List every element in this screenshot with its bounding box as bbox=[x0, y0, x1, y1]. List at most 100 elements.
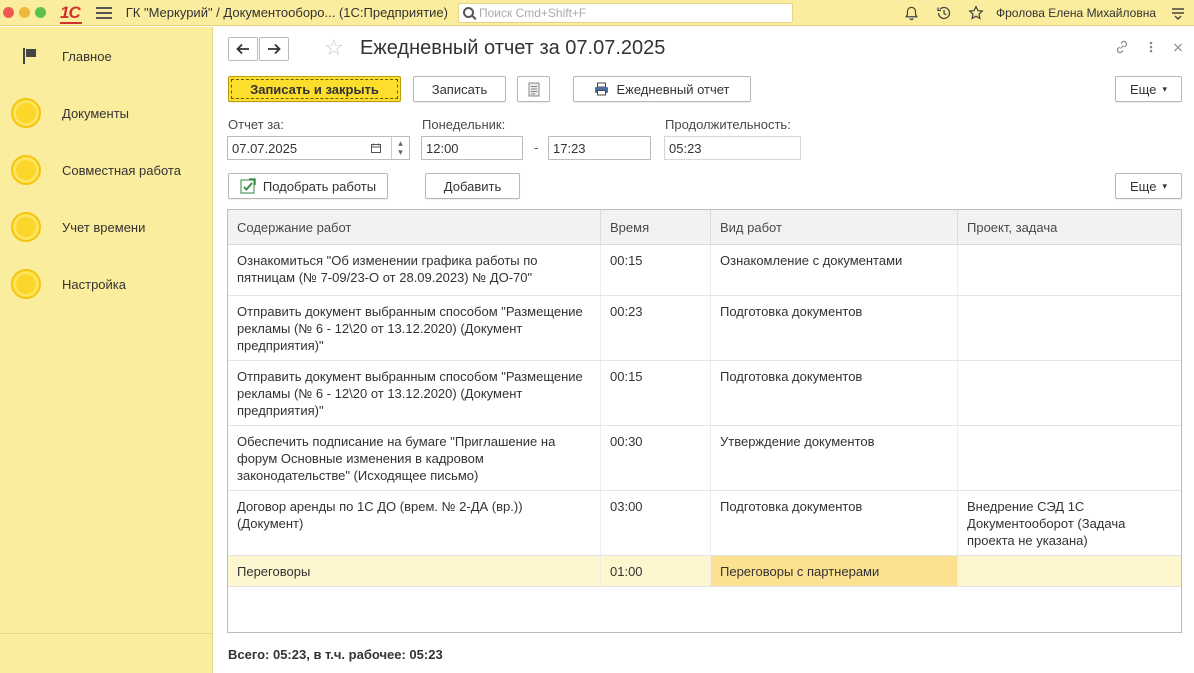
column-header-content[interactable]: Содержание работ bbox=[228, 210, 601, 245]
table-row-selected[interactable]: Переговоры 01:00 Переговоры с партнерами bbox=[228, 556, 1181, 587]
date-spinner[interactable]: ▴ ▾ bbox=[391, 137, 409, 159]
daily-report-label: Ежедневный отчет bbox=[616, 81, 730, 97]
time-range-separator: - bbox=[534, 140, 539, 155]
table-row[interactable]: Договор аренды по 1С ДО (врем. № 2-ДА (в… bbox=[228, 491, 1181, 556]
maximize-window-button[interactable] bbox=[35, 7, 46, 18]
works-table: Содержание работ Время Вид работ Проект,… bbox=[227, 209, 1182, 633]
cell-work-kind: Подготовка документов bbox=[711, 361, 958, 425]
table-row[interactable]: Ознакомиться "Об изменении графика работ… bbox=[228, 245, 1181, 296]
window-controls bbox=[3, 7, 46, 18]
document-journal-button[interactable] bbox=[517, 76, 550, 102]
cell-time: 00:15 bbox=[601, 245, 711, 295]
save-and-close-button[interactable]: Записать и закрыть bbox=[228, 76, 401, 102]
cell-work-kind: Утверждение документов bbox=[711, 426, 958, 490]
yellow-circle-icon bbox=[11, 98, 41, 128]
close-window-button[interactable] bbox=[3, 7, 14, 18]
search-input[interactable] bbox=[478, 5, 779, 20]
table-row[interactable]: Отправить документ выбранным способом "Р… bbox=[228, 361, 1181, 426]
1c-logo-icon: 1С bbox=[60, 3, 82, 24]
flag-icon bbox=[23, 48, 37, 64]
table-row[interactable]: Обеспечить подписание на бумаге "Приглаш… bbox=[228, 426, 1181, 491]
cell-work-kind: Подготовка документов bbox=[711, 296, 958, 360]
cell-content: Переговоры bbox=[228, 556, 601, 586]
cell-time: 03:00 bbox=[601, 491, 711, 555]
back-button[interactable] bbox=[228, 37, 258, 61]
cell-project bbox=[958, 361, 1181, 425]
column-header-work-kind[interactable]: Вид работ bbox=[711, 210, 958, 245]
arrow-left-icon bbox=[236, 43, 249, 55]
cell-project bbox=[958, 556, 1181, 586]
chevron-down-icon: ▾ bbox=[1162, 83, 1167, 94]
page-title: Ежедневный отчет за 07.07.2025 bbox=[360, 37, 666, 59]
cell-time: 01:00 bbox=[601, 556, 711, 586]
column-header-time[interactable]: Время bbox=[601, 210, 711, 245]
cell-project bbox=[958, 426, 1181, 490]
cell-content: Договор аренды по 1С ДО (врем. № 2-ДА (в… bbox=[228, 491, 601, 555]
search-box[interactable] bbox=[457, 2, 793, 23]
sidebar-item-label: Совместная работа bbox=[62, 162, 181, 178]
sidebar-item-main[interactable]: Главное bbox=[0, 36, 213, 76]
cell-time: 00:23 bbox=[601, 296, 711, 360]
arrow-right-icon bbox=[268, 43, 281, 55]
add-button[interactable]: Добавить bbox=[425, 173, 520, 199]
chevron-down-icon: ▾ bbox=[1162, 180, 1167, 191]
table-row[interactable]: Отправить документ выбранным способом "Р… bbox=[228, 296, 1181, 361]
duration-field: 05:23 bbox=[664, 136, 801, 160]
time-to-input[interactable] bbox=[553, 140, 650, 156]
table-header: Содержание работ Время Вид работ Проект,… bbox=[228, 210, 1181, 245]
sidebar-item-collaboration[interactable]: Совместная работа bbox=[0, 150, 213, 190]
printer-icon bbox=[595, 82, 609, 96]
time-from-field[interactable] bbox=[421, 136, 523, 160]
column-header-project[interactable]: Проект, задача bbox=[958, 210, 1181, 245]
cell-project bbox=[958, 296, 1181, 360]
forward-button[interactable] bbox=[259, 37, 289, 61]
close-icon[interactable] bbox=[1172, 39, 1184, 58]
more-vertical-icon[interactable] bbox=[1148, 39, 1154, 58]
history-icon[interactable] bbox=[935, 4, 953, 22]
link-icon[interactable] bbox=[1114, 39, 1130, 58]
spin-down-icon[interactable]: ▾ bbox=[398, 148, 403, 157]
sidebar-item-time-tracking[interactable]: Учет времени bbox=[0, 207, 213, 247]
add-to-favorites-star-icon[interactable]: ☆ bbox=[324, 35, 344, 61]
menu-icon[interactable] bbox=[95, 6, 112, 19]
cell-content: Отправить документ выбранным способом "Р… bbox=[228, 296, 601, 360]
cell-project bbox=[958, 245, 1181, 295]
total-time: Всего: 05:23, в т.ч. рабочее: 05:23 bbox=[228, 647, 443, 662]
cell-content: Ознакомиться "Об изменении графика работ… bbox=[228, 245, 601, 295]
cell-work-kind-active[interactable]: Переговоры с партнерами bbox=[711, 556, 958, 586]
time-to-field[interactable] bbox=[548, 136, 651, 160]
save-button[interactable]: Записать bbox=[413, 76, 506, 102]
sidebar-item-documents[interactable]: Документы bbox=[0, 93, 213, 133]
cell-work-kind: Подготовка документов bbox=[711, 491, 958, 555]
pick-works-button[interactable]: Подобрать работы bbox=[228, 173, 388, 199]
time-from-input[interactable] bbox=[426, 140, 522, 156]
yellow-circle-icon bbox=[11, 212, 41, 242]
user-name[interactable]: Фролова Елена Михайловна bbox=[996, 6, 1156, 20]
sidebar-item-label: Главное bbox=[62, 48, 112, 64]
sidebar-item-settings[interactable]: Настройка bbox=[0, 264, 213, 304]
sidebar-item-label: Документы bbox=[62, 105, 130, 121]
minimize-window-button[interactable] bbox=[19, 7, 30, 18]
more-label: Еще bbox=[1130, 178, 1157, 194]
table-more-button[interactable]: Еще ▾ bbox=[1115, 173, 1182, 199]
sidebar-divider bbox=[0, 633, 213, 634]
sidebar-item-label: Учет времени bbox=[62, 219, 146, 235]
favorites-star-icon[interactable] bbox=[967, 4, 985, 22]
settings-menu-icon[interactable] bbox=[1169, 4, 1187, 22]
yellow-circle-icon bbox=[11, 155, 41, 185]
duration-value: 05:23 bbox=[669, 140, 702, 156]
daily-report-print-button[interactable]: Ежедневный отчет bbox=[573, 76, 751, 102]
yellow-circle-icon bbox=[11, 269, 41, 299]
cell-time: 00:15 bbox=[601, 361, 711, 425]
calendar-icon[interactable] bbox=[367, 137, 385, 159]
report-date-field[interactable]: ▴ ▾ bbox=[227, 136, 410, 160]
pick-works-icon bbox=[240, 178, 256, 194]
list-document-icon bbox=[528, 82, 539, 96]
report-date-label: Отчет за: bbox=[228, 117, 285, 132]
sections-panel: Главное Документы Совместная работа Учет… bbox=[0, 27, 213, 673]
bell-icon[interactable] bbox=[903, 4, 921, 22]
search-icon bbox=[462, 7, 474, 18]
report-date-input[interactable] bbox=[232, 140, 362, 156]
more-actions-button[interactable]: Еще ▾ bbox=[1115, 76, 1182, 102]
cell-project: Внедрение СЭД 1С Документооборот (Задача… bbox=[967, 499, 1126, 548]
